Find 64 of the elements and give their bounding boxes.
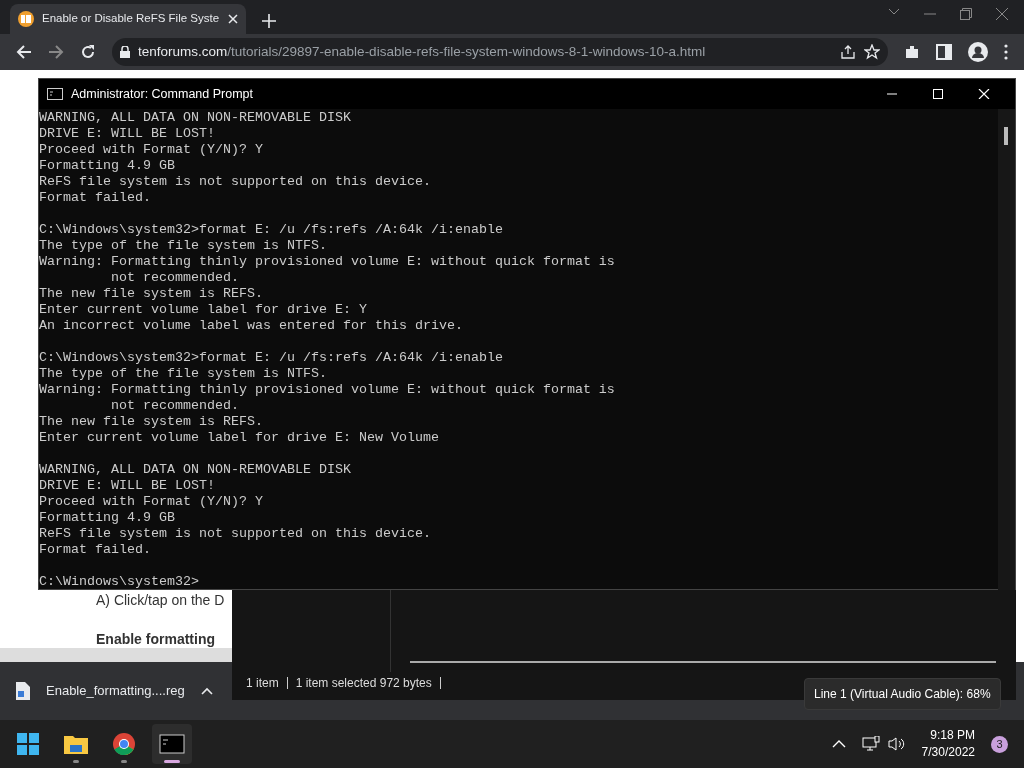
console-line: ReFS file system is not supported on this device. [39, 526, 432, 542]
share-icon[interactable] [840, 44, 856, 60]
instruction-text: A) Click/tap on the D [96, 591, 225, 610]
window-title: Administrator: Command Prompt [71, 85, 254, 103]
console-line: The type of the file system is NTFS. [39, 238, 328, 254]
console-line: WARNING, ALL DATA ON NON-REMOVABLE DISK [39, 462, 352, 478]
console-line: Format failed. [39, 190, 152, 206]
console-line: Proceed with Format (Y/N)? Y [39, 142, 264, 158]
console-line: The new file system is REFS. [39, 414, 264, 430]
forward-icon[interactable] [48, 44, 64, 60]
vertical-scrollbar[interactable] [998, 109, 1015, 590]
notification-badge[interactable]: 3 [991, 735, 1008, 753]
taskbar-app[interactable] [152, 724, 192, 764]
console-line: Formatting 4.9 GB [39, 158, 176, 174]
console-line: The type of the file system is NTFS. [39, 366, 328, 382]
console-line: Enter current volume label for drive E: New Volume [39, 430, 440, 446]
clock[interactable]: 9:18 PM 7/30/2022 [921, 727, 975, 761]
menu-icon[interactable] [1004, 44, 1008, 60]
console-line: Proceed with Format (Y/N)? Y [39, 494, 264, 510]
sidebar-icon[interactable] [936, 44, 952, 60]
caret-icon[interactable] [200, 687, 213, 695]
console-line: An incorrect volume label was entered for this drive. [39, 318, 464, 334]
console-line: WARNING, ALL DATA ON NON-REMOVABLE DISK [39, 110, 352, 126]
network-icon[interactable] [861, 736, 880, 752]
tab-title: Enable or Disable ReFS File Syste [42, 11, 220, 27]
chevron-up-icon[interactable] [831, 740, 846, 748]
console-line: C:\Windows\system32> [39, 574, 200, 590]
console-line: The new file system is REFS. [39, 286, 264, 302]
section-heading: Enable formatting [96, 630, 216, 649]
back-icon[interactable] [16, 44, 32, 60]
console-icon [47, 88, 63, 100]
lock-icon [120, 46, 130, 58]
console-line: Warning: Formatting thinly provisioned volume E: without quick format is [39, 382, 616, 398]
restore-icon[interactable] [960, 8, 972, 20]
browser-tab[interactable]: Enable or Disable ReFS File Syste [10, 4, 246, 34]
address-bar[interactable]: tenforums.com/tutorials/29897-enable-disable-refs-file-system-windows-8-1-windows-10-a.html [112, 38, 888, 66]
tooltip: Line 1 (Virtual Audio Cable): 68% [804, 678, 1001, 710]
console-line: ReFS file system is not supported on this device. [39, 174, 432, 190]
console-icon [159, 731, 185, 757]
new-tab-icon[interactable] [262, 13, 276, 28]
reload-icon[interactable] [80, 44, 96, 60]
start-icon [15, 731, 41, 757]
profile-icon[interactable] [968, 42, 988, 62]
download-item[interactable]: Enable_formatting....reg [0, 662, 232, 720]
console-line: C:\Windows\system32>format E: /u /fs:refs /A:64k /i:enable [39, 222, 504, 238]
console-line: C:\Windows\system32>format E: /u /fs:refs /A:64k /i:enable [39, 350, 504, 366]
console-line: Warning: Formatting thinly provisioned volume E: without quick format is [39, 254, 616, 270]
console-line: DRIVE E: WILL BE LOST! [39, 126, 216, 142]
console-line: DRIVE E: WILL BE LOST! [39, 478, 216, 494]
speaker-icon[interactable] [887, 736, 906, 752]
site-icon [18, 11, 34, 27]
star-icon[interactable] [864, 44, 880, 60]
file-icon [16, 682, 30, 700]
console-line: Enter current volume label for drive E: Y [39, 302, 368, 318]
chrome-icon [111, 731, 137, 757]
console-line: not recommended. [109, 398, 240, 414]
status-text: 1 item selected 972 bytes [295, 675, 432, 692]
tab-search-icon[interactable] [888, 8, 900, 16]
console-line: not recommended. [109, 270, 240, 286]
status-text: 1 item [246, 675, 279, 692]
horizontal-scrollbar[interactable] [0, 648, 232, 662]
console-line: Formatting 4.9 GB [39, 510, 176, 526]
maximize-icon[interactable] [932, 89, 944, 99]
console-line: Format failed. [39, 542, 152, 558]
